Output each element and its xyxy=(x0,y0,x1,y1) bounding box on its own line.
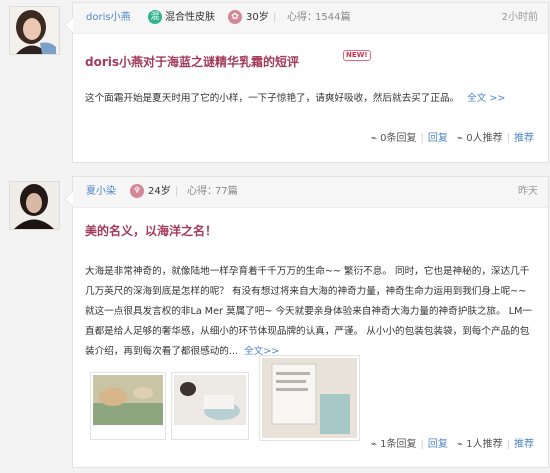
avatar[interactable] xyxy=(9,181,60,230)
read-more-link[interactable]: 全文 >> xyxy=(467,93,505,104)
thumb-icon: ⌁ xyxy=(457,133,464,144)
recommend-link[interactable]: 推荐 xyxy=(514,439,534,450)
review-body: 大海是非常神奇的，就像陆地一样孕育着千千万万的生命~~ 繁衍不息。 同时，它也是… xyxy=(85,262,532,362)
post-meta: 夏小染 ♆ 24岁 | 心得： 77篇 昨天 xyxy=(73,177,548,208)
avatar[interactable] xyxy=(9,6,60,55)
username-link[interactable]: doris小燕 xyxy=(86,11,131,25)
user-age: 24岁 xyxy=(148,186,171,197)
review-text: 大海是非常神奇的，就像陆地一样孕育着千千万万的生命~~ 繁衍不息。 同时，它也是… xyxy=(85,266,532,357)
post-actions: ⌁ 0条回复 | 回复 ⌁ 0人推荐 | 推荐 xyxy=(370,133,534,144)
review-body: 这个面霜开始是夏天时用了它的小样，一下子惊艳了，请爽好吸收，然后就去买了正品。全… xyxy=(85,89,532,109)
comment-count[interactable]: 1条回复 xyxy=(380,439,416,450)
divider: | xyxy=(273,12,277,23)
recommend-link[interactable]: 推荐 xyxy=(514,133,534,144)
reply-link[interactable]: 回复 xyxy=(428,439,448,450)
review-title[interactable]: 美的名义，以海洋之名！ xyxy=(85,222,217,239)
comment-count[interactable]: 0条回复 xyxy=(380,133,416,144)
reviews-count: 1544篇 xyxy=(315,12,351,23)
post-time: 2小时前 xyxy=(501,12,538,23)
skin-type-icon: 混 xyxy=(148,10,162,24)
review-post: 夏小染 ♆ 24岁 | 心得： 77篇 昨天 美的名义，以海洋之名！ 大海是非常… xyxy=(0,176,550,473)
review-title[interactable]: doris小燕对于海蓝之谜精华乳霜的短评 xyxy=(85,53,299,70)
photo-thumbnail[interactable] xyxy=(171,372,249,440)
username-link[interactable]: 夏小染 xyxy=(86,185,116,199)
post-time: 昨天 xyxy=(518,186,538,197)
comment-icon: ⌁ xyxy=(370,133,377,144)
reply-link[interactable]: 回复 xyxy=(428,133,448,144)
review-card: doris小燕 混 混合性皮肤 ✿ 30岁 | 心得： 1544篇 2小时前 d… xyxy=(64,2,549,163)
reviews-count: 77篇 xyxy=(215,186,238,197)
recommend-count: 0人推荐 xyxy=(466,133,503,144)
comment-icon: ⌁ xyxy=(370,439,377,450)
post-meta: doris小燕 混 混合性皮肤 ✿ 30岁 | 心得： 1544篇 2小时前 xyxy=(73,3,548,34)
reviews-label: 心得： xyxy=(187,186,217,197)
new-badge: NEW! xyxy=(343,50,371,61)
reviews-label: 心得： xyxy=(287,12,317,23)
divider: | xyxy=(175,186,179,197)
crown-icon: ♆ xyxy=(130,184,144,198)
review-card: 夏小染 ♆ 24岁 | 心得： 77篇 昨天 美的名义，以海洋之名！ 大海是非常… xyxy=(64,176,549,468)
photo-thumbnail[interactable] xyxy=(90,372,166,440)
post-actions: ⌁ 1条回复 | 回复 ⌁ 1人推荐 | 推荐 xyxy=(370,439,534,450)
skin-type: 混合性皮肤 xyxy=(165,12,215,23)
photo-thumbnail[interactable] xyxy=(259,355,360,441)
review-post: doris小燕 混 混合性皮肤 ✿ 30岁 | 心得： 1544篇 2小时前 d… xyxy=(0,0,550,168)
recommend-count: 1人推荐 xyxy=(466,439,503,450)
flower-icon: ✿ xyxy=(228,10,242,24)
thumb-icon: ⌁ xyxy=(457,439,464,450)
user-age: 30岁 xyxy=(246,12,269,23)
review-text: 这个面霜开始是夏天时用了它的小样，一下子惊艳了，请爽好吸收，然后就去买了正品。 xyxy=(85,93,460,104)
